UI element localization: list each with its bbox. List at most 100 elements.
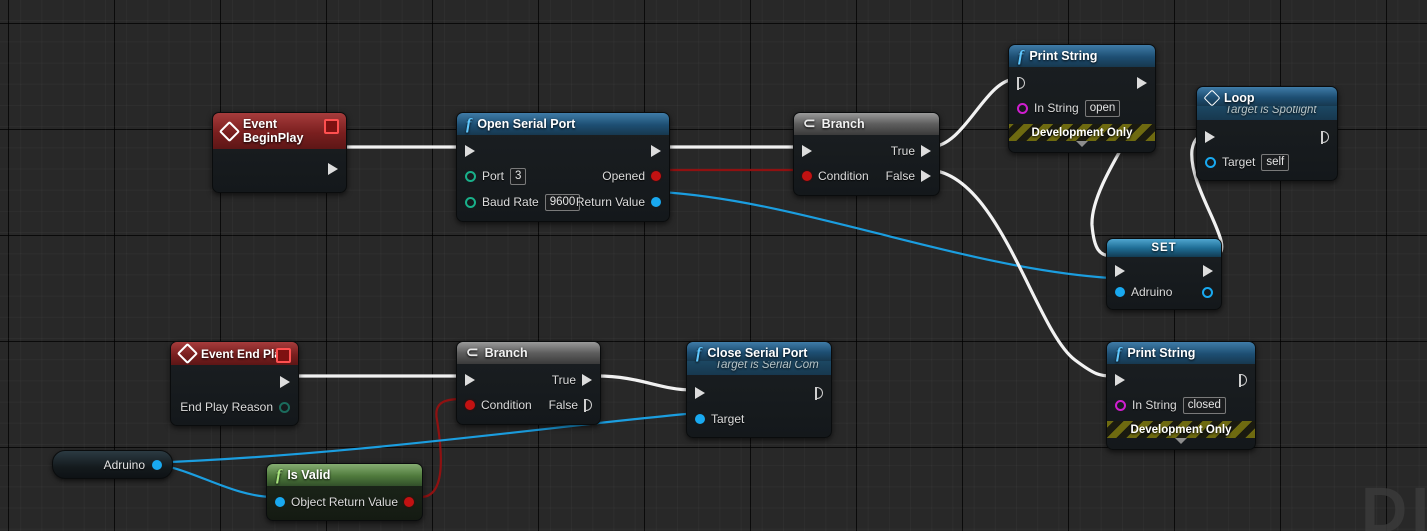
node-open-serial-port[interactable]: f Open Serial Port Port 3 Opened Baud Ra…: [456, 112, 670, 222]
exec-out-pin[interactable]: [1239, 374, 1247, 388]
node-branch-top[interactable]: ⊂ Branch True Condition False: [793, 112, 940, 196]
branch-c-icon: ⊂: [466, 344, 479, 361]
node-print-string-closed[interactable]: f Print String In String closed Developm…: [1106, 341, 1256, 450]
event-stop-icon[interactable]: [276, 348, 291, 363]
pin-row-object-return[interactable]: Object Return Value: [267, 490, 422, 514]
exec-out-pin[interactable]: [651, 145, 661, 157]
node-title: Branch: [484, 346, 528, 360]
node-branch-bottom[interactable]: ⊂ Branch True Condition False: [456, 341, 601, 425]
pin-row-baud-rate[interactable]: Baud Rate 9600 Return Value: [457, 189, 669, 215]
node-event-end-play[interactable]: Event End Play End Play Reason: [170, 341, 299, 426]
pin-label-port: Port: [482, 169, 505, 183]
pin-row-port[interactable]: Port 3 Opened: [457, 163, 669, 189]
pin-row-exec-true[interactable]: True: [457, 368, 600, 392]
blueprint-graph-canvas[interactable]: Event BeginPlay f Open Serial Port Port: [0, 0, 1427, 531]
pin-row-exec[interactable]: [1107, 261, 1221, 281]
node-title: Is Valid: [287, 468, 331, 482]
return-value-output-pin[interactable]: [651, 197, 661, 207]
node-expander-arrow[interactable]: [1107, 438, 1255, 449]
node-expander-arrow[interactable]: [1009, 141, 1155, 152]
condition-input-pin[interactable]: [465, 400, 475, 410]
exec-in-pin[interactable]: [465, 374, 475, 386]
exec-out-pin[interactable]: [815, 387, 823, 401]
object-input-pin[interactable]: [275, 497, 285, 507]
in-string-value-field[interactable]: open: [1084, 99, 1121, 117]
pin-label-opened: Opened: [602, 169, 645, 183]
pin-row-condition-false[interactable]: Condition False: [794, 163, 939, 189]
pin-row-exec[interactable]: [1197, 124, 1337, 150]
pin-row-exec[interactable]: [1107, 368, 1255, 392]
pin-row-end-play-reason[interactable]: End Play Reason: [171, 395, 298, 419]
target-input-pin[interactable]: [1205, 156, 1216, 168]
node-title: Event End Play: [201, 346, 288, 361]
node-is-valid[interactable]: f Is Valid Object Return Value: [266, 463, 423, 521]
pin-row-exec[interactable]: [1009, 71, 1155, 95]
exec-out-true-pin[interactable]: [582, 374, 592, 386]
node-title: Open Serial Port: [477, 117, 576, 131]
node-adruino-getter[interactable]: Adruino: [52, 450, 173, 479]
target-input-pin[interactable]: [695, 414, 705, 424]
baud-rate-input-pin[interactable]: [465, 196, 476, 208]
node-print-string-open[interactable]: f Print String In String open Developmen…: [1008, 44, 1156, 153]
pin-row-exec[interactable]: [687, 379, 831, 407]
pin-row-exec-out[interactable]: [328, 158, 338, 179]
pin-label-true: True: [551, 373, 576, 387]
node-event-begin-play[interactable]: Event BeginPlay: [212, 112, 347, 193]
port-value-field[interactable]: 3: [510, 167, 527, 185]
in-string-value-field[interactable]: closed: [1182, 396, 1226, 414]
in-string-input-pin[interactable]: [1017, 102, 1028, 114]
node-title: Branch: [821, 117, 865, 131]
exec-out-true-pin[interactable]: [921, 145, 931, 157]
adruino-output-pin[interactable]: [1202, 286, 1213, 298]
node-header: ⊂ Branch: [457, 342, 600, 364]
exec-in-pin[interactable]: [802, 145, 812, 157]
node-title: Event BeginPlay: [243, 117, 304, 145]
function-f-icon: f: [696, 344, 702, 362]
pin-row-target[interactable]: Target self: [1197, 150, 1337, 174]
pin-row-target[interactable]: Target: [687, 407, 831, 431]
pin-row-in-string[interactable]: In String closed: [1107, 392, 1255, 418]
pin-row-exec-true[interactable]: True: [794, 139, 939, 163]
exec-out-pin[interactable]: [280, 376, 290, 388]
function-f-icon: f: [1018, 47, 1024, 65]
node-body: End Play Reason: [171, 365, 298, 425]
return-value-output-pin[interactable]: [404, 497, 414, 507]
condition-input-pin[interactable]: [802, 171, 812, 181]
exec-in-pin[interactable]: [1115, 374, 1125, 386]
adruino-input-pin[interactable]: [1115, 287, 1125, 297]
exec-in-pin[interactable]: [1017, 77, 1025, 91]
event-stop-icon[interactable]: [324, 119, 339, 134]
pin-label-adruino: Adruino: [1131, 285, 1173, 299]
exec-in-pin[interactable]: [465, 145, 475, 157]
pin-row-exec[interactable]: [457, 139, 669, 163]
port-input-pin[interactable]: [465, 170, 476, 182]
pin-label-false: False: [885, 169, 915, 183]
node-title: Print String: [1029, 49, 1098, 63]
exec-in-pin[interactable]: [695, 387, 705, 399]
pin-row-exec-out[interactable]: [171, 369, 298, 395]
exec-out-pin[interactable]: [1203, 265, 1213, 277]
node-loop[interactable]: Loop Target is Spotlight Target self: [1196, 86, 1338, 181]
exec-out-pin[interactable]: [1137, 77, 1147, 89]
exec-out-false-pin[interactable]: [921, 170, 931, 182]
pin-label-true: True: [890, 144, 915, 158]
development-only-banner: Development Only: [1009, 124, 1155, 141]
pin-row-in-string[interactable]: In String open: [1009, 95, 1155, 121]
adruino-output-pin[interactable]: [152, 459, 162, 470]
branch-c-icon: ⊂: [803, 115, 816, 132]
exec-in-pin[interactable]: [1115, 265, 1125, 277]
pin-row-adruino[interactable]: Adruino: [1107, 281, 1221, 303]
node-close-serial-port[interactable]: f Close Serial Port Target is Serial Com…: [686, 341, 832, 438]
end-play-reason-output-pin[interactable]: [279, 401, 290, 413]
exec-out-pin[interactable]: [1321, 131, 1329, 145]
node-set-adruino[interactable]: SET Adruino: [1106, 238, 1222, 310]
exec-out-pin[interactable]: [328, 162, 338, 175]
pin-row-condition-false[interactable]: Condition False: [457, 392, 600, 418]
opened-output-pin[interactable]: [651, 171, 661, 181]
target-value-field[interactable]: self: [1261, 153, 1290, 171]
node-header: f Print String: [1009, 45, 1155, 67]
pin-label-end-play-reason: End Play Reason: [180, 400, 273, 414]
in-string-input-pin[interactable]: [1115, 399, 1126, 411]
exec-out-false-pin[interactable]: [584, 399, 592, 413]
exec-in-pin[interactable]: [1205, 131, 1215, 143]
